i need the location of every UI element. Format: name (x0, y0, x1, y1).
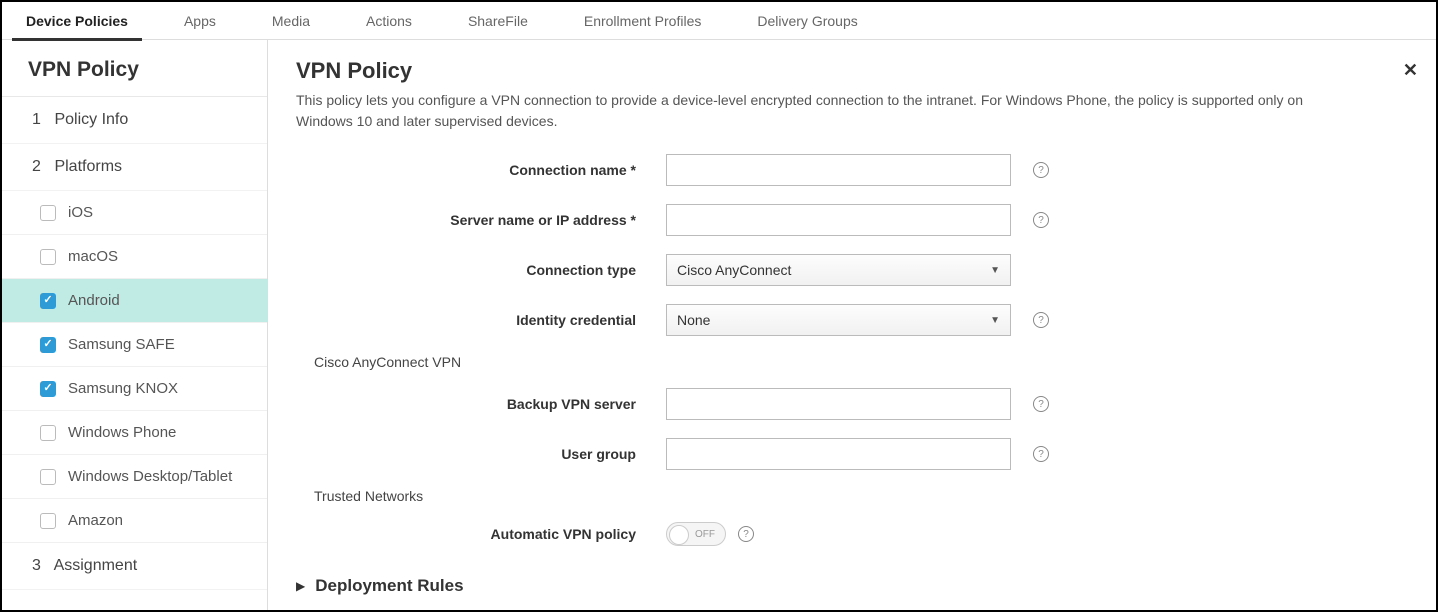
section-trusted-networks: Trusted Networks (314, 488, 1408, 504)
input-server-name[interactable] (666, 204, 1011, 236)
label-auto-vpn-policy: Automatic VPN policy (296, 526, 666, 542)
platform-item-macos[interactable]: macOS (2, 235, 267, 279)
platform-label: Windows Phone (68, 424, 176, 441)
input-backup-vpn[interactable] (666, 388, 1011, 420)
select-value: Cisco AnyConnect (677, 262, 791, 278)
section-cisco-anyconnect: Cisco AnyConnect VPN (314, 354, 1408, 370)
tab-actions[interactable]: Actions (352, 2, 426, 40)
checkbox-icon[interactable] (40, 513, 56, 529)
step-num: 3 (32, 557, 50, 575)
label-backup-vpn: Backup VPN server (296, 396, 666, 412)
platform-label: Samsung KNOX (68, 380, 178, 397)
toggle-auto-vpn-policy[interactable]: OFF (666, 522, 726, 546)
help-icon[interactable]: ? (738, 526, 754, 542)
main-container: VPN Policy 1 Policy Info 2 Platforms iOS… (2, 40, 1436, 610)
platform-item-samsung-safe[interactable]: Samsung SAFE (2, 323, 267, 367)
help-icon[interactable]: ? (1033, 212, 1049, 228)
sidebar-step-assignment[interactable]: 3 Assignment (2, 543, 267, 590)
checkbox-icon[interactable] (40, 249, 56, 265)
step-label: Assignment (54, 557, 138, 574)
content-title: VPN Policy (296, 58, 1408, 84)
step-num: 2 (32, 158, 50, 176)
row-backup-vpn: Backup VPN server ? (296, 388, 1408, 420)
tab-sharefile[interactable]: ShareFile (454, 2, 542, 40)
platform-item-android[interactable]: Android (2, 279, 267, 323)
platform-list: iOS macOS Android Samsung SAFE Samsung K… (2, 191, 267, 543)
select-value: None (677, 312, 710, 328)
select-identity-credential[interactable]: None ▼ (666, 304, 1011, 336)
tab-device-policies[interactable]: Device Policies (12, 2, 142, 40)
row-server-name: Server name or IP address * ? (296, 204, 1408, 236)
tab-delivery-groups[interactable]: Delivery Groups (743, 2, 871, 40)
row-identity-credential: Identity credential None ▼ ? (296, 304, 1408, 336)
platform-item-samsung-knox[interactable]: Samsung KNOX (2, 367, 267, 411)
checkbox-icon[interactable] (40, 337, 56, 353)
step-label: Policy Info (54, 111, 128, 128)
platform-label: Android (68, 292, 120, 309)
row-auto-vpn-policy: Automatic VPN policy OFF ? (296, 522, 1408, 546)
chevron-down-icon: ▼ (990, 265, 1000, 276)
platform-item-ios[interactable]: iOS (2, 191, 267, 235)
label-connection-name: Connection name * (296, 162, 666, 178)
caret-right-icon: ▶ (296, 579, 305, 593)
platform-label: iOS (68, 204, 93, 221)
row-connection-name: Connection name * ? (296, 154, 1408, 186)
tab-enrollment-profiles[interactable]: Enrollment Profiles (570, 2, 716, 40)
row-user-group: User group ? (296, 438, 1408, 470)
step-num: 1 (32, 111, 50, 129)
help-icon[interactable]: ? (1033, 396, 1049, 412)
help-icon[interactable]: ? (1033, 312, 1049, 328)
deployment-rules-toggle[interactable]: ▶ Deployment Rules (296, 576, 1408, 596)
platform-item-windows-phone[interactable]: Windows Phone (2, 411, 267, 455)
platform-item-amazon[interactable]: Amazon (2, 499, 267, 543)
select-connection-type[interactable]: Cisco AnyConnect ▼ (666, 254, 1011, 286)
label-user-group: User group (296, 446, 666, 462)
platform-label: Samsung SAFE (68, 336, 175, 353)
checkbox-icon[interactable] (40, 469, 56, 485)
platform-label: Windows Desktop/Tablet (68, 468, 232, 485)
checkbox-icon[interactable] (40, 425, 56, 441)
checkbox-icon[interactable] (40, 293, 56, 309)
content-description: This policy lets you configure a VPN con… (296, 90, 1356, 132)
label-server-name: Server name or IP address * (296, 212, 666, 228)
tab-apps[interactable]: Apps (170, 2, 230, 40)
label-identity-credential: Identity credential (296, 312, 666, 328)
deployment-rules-title: Deployment Rules (315, 576, 463, 596)
content-panel: ✕ VPN Policy This policy lets you config… (268, 40, 1436, 610)
sidebar-step-platforms[interactable]: 2 Platforms (2, 144, 267, 191)
chevron-down-icon: ▼ (990, 315, 1000, 326)
platform-item-windows-desktop[interactable]: Windows Desktop/Tablet (2, 455, 267, 499)
toggle-state: OFF (695, 529, 715, 540)
sidebar-title: VPN Policy (2, 40, 267, 97)
tab-media[interactable]: Media (258, 2, 324, 40)
row-connection-type: Connection type Cisco AnyConnect ▼ (296, 254, 1408, 286)
sidebar: VPN Policy 1 Policy Info 2 Platforms iOS… (2, 40, 268, 610)
step-label: Platforms (54, 158, 122, 175)
platform-label: Amazon (68, 512, 123, 529)
help-icon[interactable]: ? (1033, 162, 1049, 178)
label-connection-type: Connection type (296, 262, 666, 278)
checkbox-icon[interactable] (40, 205, 56, 221)
top-tabs: Device Policies Apps Media Actions Share… (2, 2, 1436, 40)
close-icon[interactable]: ✕ (1403, 60, 1418, 81)
help-icon[interactable]: ? (1033, 446, 1049, 462)
sidebar-step-policy-info[interactable]: 1 Policy Info (2, 97, 267, 144)
input-connection-name[interactable] (666, 154, 1011, 186)
input-user-group[interactable] (666, 438, 1011, 470)
platform-label: macOS (68, 248, 118, 265)
checkbox-icon[interactable] (40, 381, 56, 397)
